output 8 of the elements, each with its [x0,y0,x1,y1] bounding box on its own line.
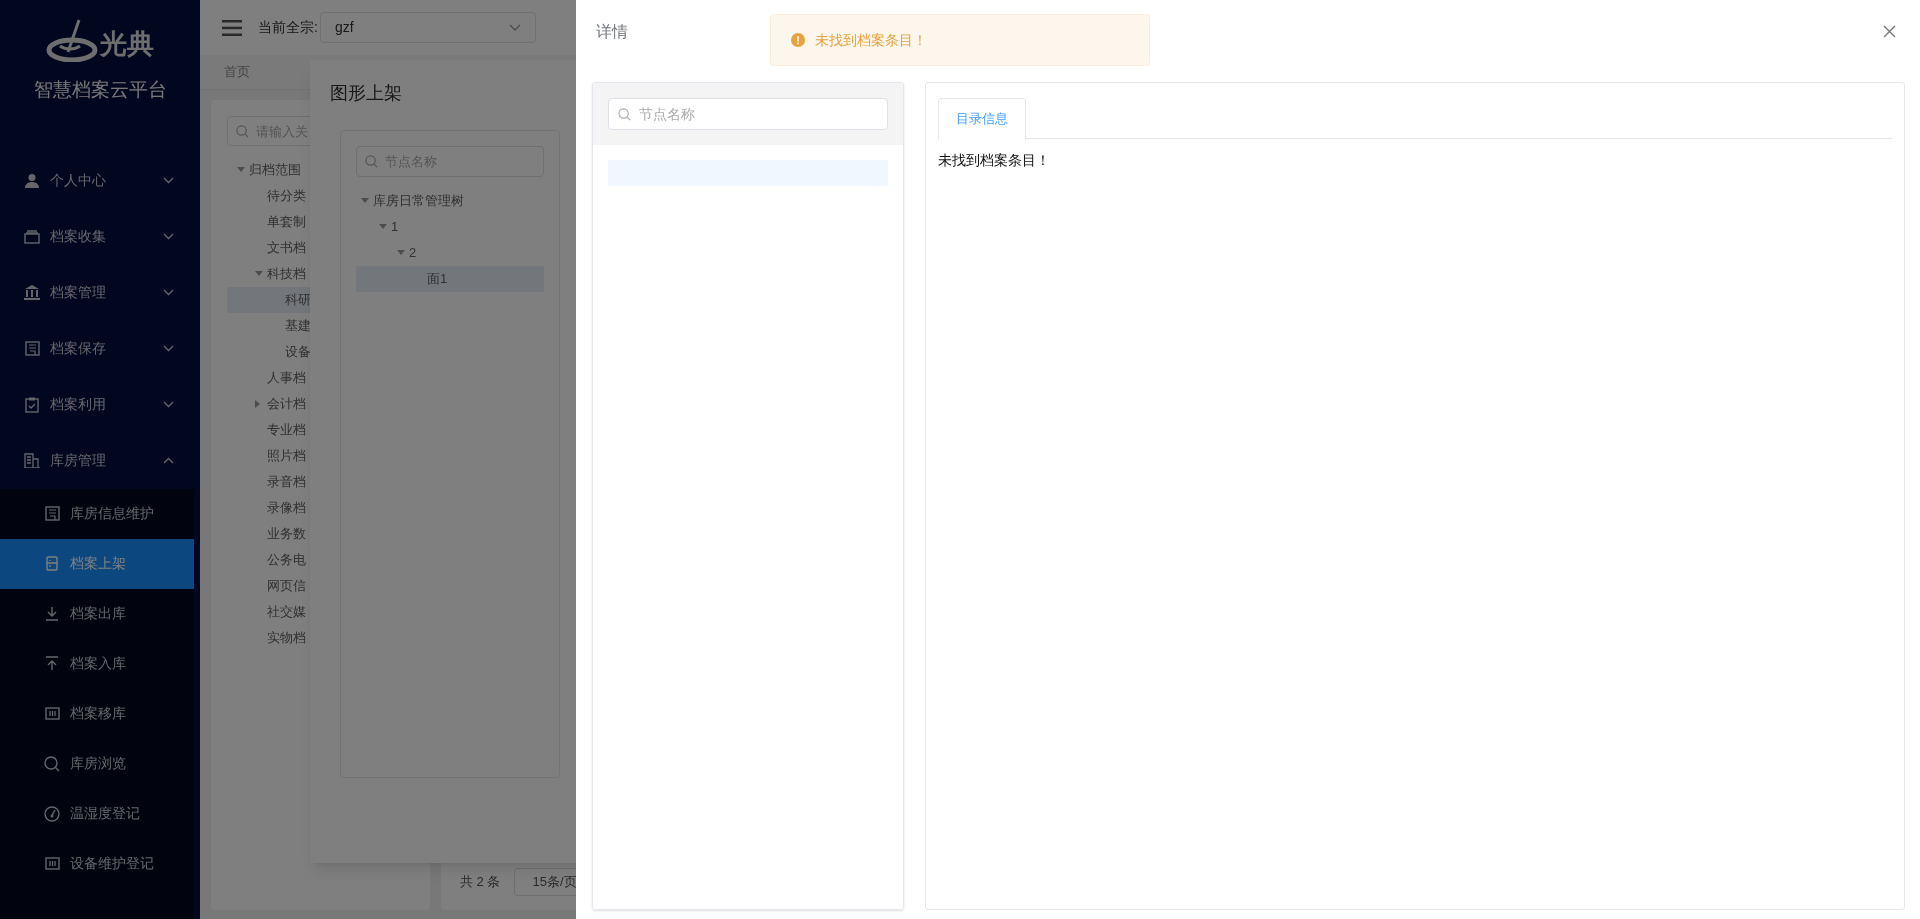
dialog-title: 图形上架 [330,82,402,105]
message-text: 未找到档案条目！ [815,30,927,50]
logo-text: 光典 [100,30,154,58]
content-text: 未找到档案条目！ [938,151,1051,170]
pagination-total: 共 2 条 [460,873,501,892]
fonds-label: 当前全宗: [258,18,318,37]
platform-name: 智慧档案云平台 [32,78,168,102]
drawer-title: 详情 [596,22,628,42]
